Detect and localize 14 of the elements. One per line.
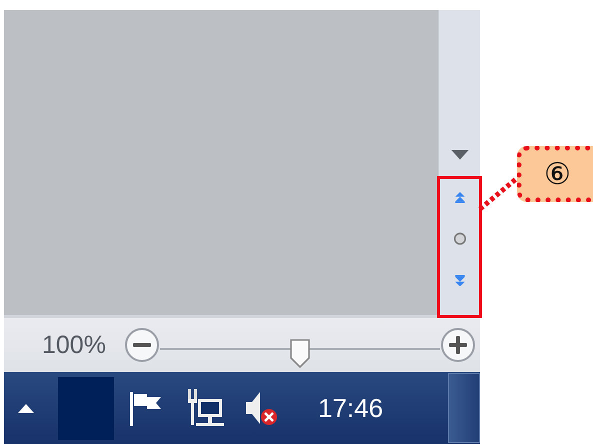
callout-number: ⑥ bbox=[544, 157, 571, 192]
previous-page-icon[interactable] bbox=[454, 192, 466, 204]
next-page-icon[interactable] bbox=[454, 274, 466, 286]
speaker-icon[interactable] bbox=[244, 390, 280, 426]
zoom-out-icon[interactable] bbox=[124, 327, 160, 363]
slider-thumb[interactable] bbox=[288, 338, 311, 368]
clock[interactable]: 17:46 bbox=[318, 392, 384, 424]
browse-object-icon[interactable] bbox=[452, 232, 466, 246]
flag-icon[interactable] bbox=[128, 390, 164, 426]
scroll-down-icon[interactable] bbox=[450, 150, 470, 160]
zoom-level[interactable]: 100% bbox=[42, 330, 106, 360]
show-hidden-icons-icon[interactable] bbox=[18, 404, 34, 412]
tray-icon-tile[interactable] bbox=[58, 376, 114, 440]
zoom-in-icon[interactable] bbox=[440, 327, 476, 363]
